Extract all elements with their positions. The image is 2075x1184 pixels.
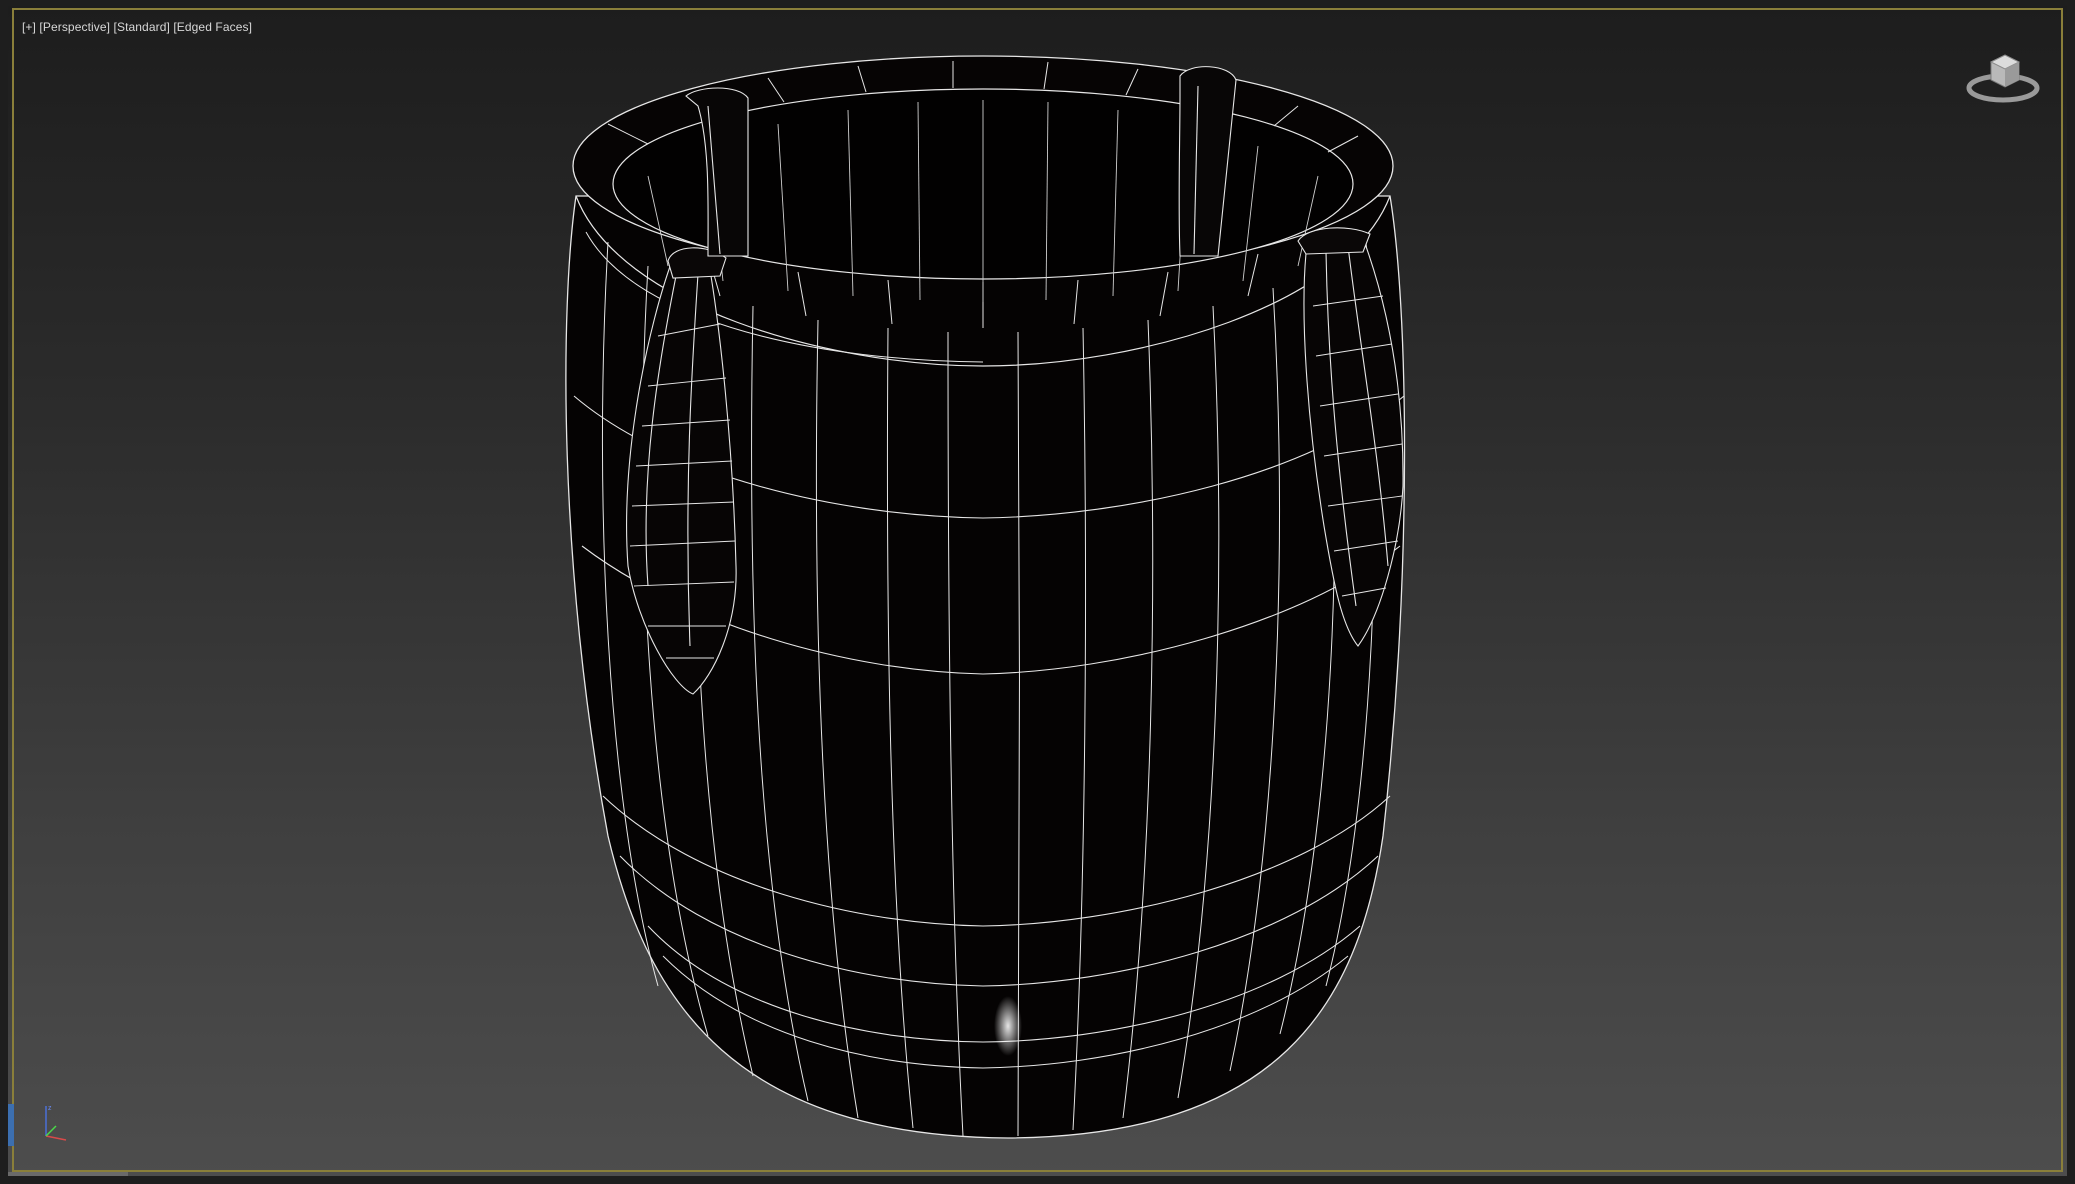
barrel-mesh-render[interactable] [8, 6, 2067, 1178]
viewcube-icon[interactable] [1961, 40, 2045, 110]
specular-highlight [994, 996, 1022, 1056]
left-edge-tab[interactable] [8, 1104, 14, 1146]
bottom-strip [8, 1172, 128, 1176]
perspective-viewport[interactable]: [+] [Perspective] [Standard] [Edged Face… [0, 0, 2075, 1184]
axis-tripod-icon: z [45, 1105, 67, 1141]
svg-text:z: z [48, 1105, 52, 1112]
barrel-model[interactable] [565, 55, 1406, 1139]
